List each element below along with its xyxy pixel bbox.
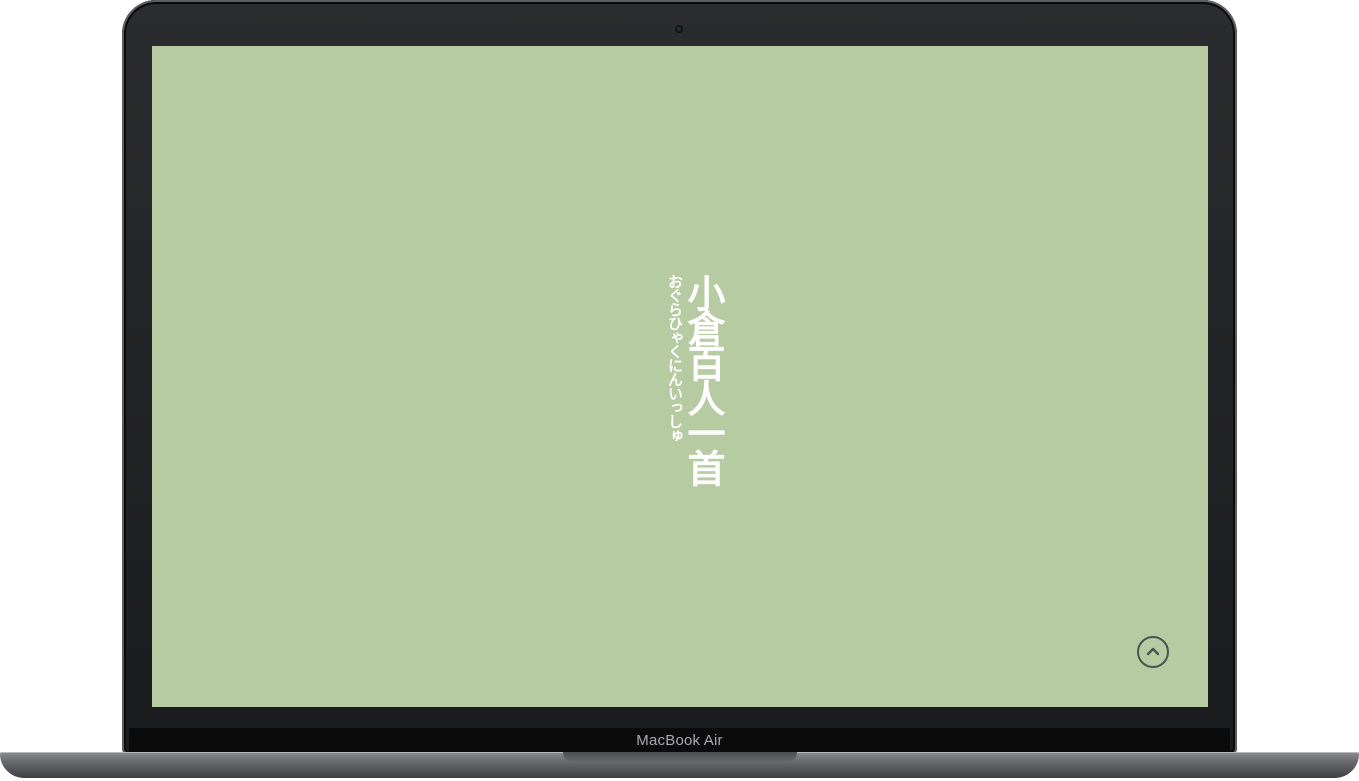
macbook-mockup: 小倉百人一首 おぐらひゃくにんいっしゅ MacBook Air (0, 0, 1359, 781)
chevron-up-icon (1146, 647, 1160, 656)
bottom-bezel: MacBook Air (129, 728, 1230, 753)
device-model-label: MacBook Air (636, 732, 723, 749)
camera-icon (675, 25, 683, 33)
scroll-to-top-button[interactable] (1137, 636, 1169, 668)
title-kanji: 小倉百人一首 (681, 274, 726, 484)
hero-title: 小倉百人一首 おぐらひゃくにんいっしゅ (652, 274, 726, 486)
title-ruby: おぐらひゃくにんいっしゅ (666, 274, 684, 442)
lid-opening-notch (563, 752, 797, 763)
website-screen: 小倉百人一首 おぐらひゃくにんいっしゅ (152, 46, 1208, 707)
